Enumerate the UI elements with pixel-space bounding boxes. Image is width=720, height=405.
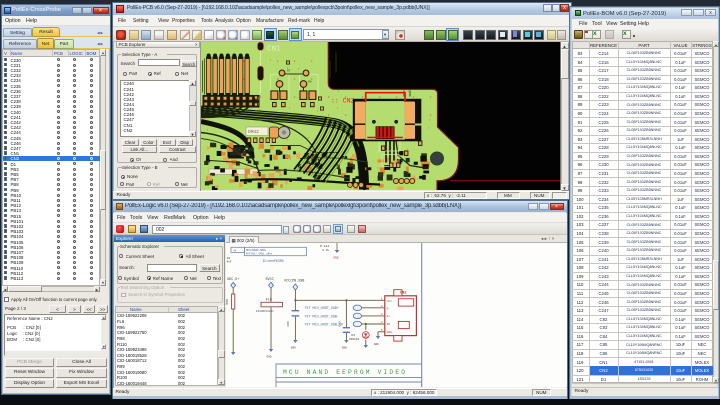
svg-text:DM42: DM42 xyxy=(248,129,259,135)
svg-text:R7: R7 xyxy=(287,69,291,72)
svg-text:R98: R98 xyxy=(226,299,229,305)
svg-text:TST MCU_HOST_USB_ID: TST MCU_HOST_USB_ID xyxy=(304,323,343,327)
svg-text:C96: C96 xyxy=(287,321,290,327)
svg-text:XDC.5+: XDC.5+ xyxy=(227,278,239,282)
svg-text:SVCC: SVCC xyxy=(266,278,274,282)
svg-text:1SS133: 1SS133 xyxy=(349,338,359,341)
svg-text:GND: GND xyxy=(387,331,392,334)
svg-text:R8: R8 xyxy=(308,80,312,83)
svg-text:TST MCU_HOST_USB-: TST MCU_HOST_USB- xyxy=(304,315,339,319)
svg-text:FL6: FL6 xyxy=(266,299,272,303)
svg-text:M/F(N)/.VMyL.uNvr: M/F(N)/.VMyL.uNvr xyxy=(246,251,273,255)
svg-text:TST MCU_HOST_USB+: TST MCU_HOST_USB+ xyxy=(304,307,339,311)
svg-text:D+: D+ xyxy=(387,315,391,318)
svg-text:GND: GND xyxy=(267,356,272,359)
svg-text:GND: GND xyxy=(334,257,339,260)
svg-text:MCU/NAND.SMPL: MCU/NAND.SMPL xyxy=(246,248,267,252)
svg-text:4.7k: 4.7k xyxy=(322,248,329,252)
svg-text:D1: D1 xyxy=(352,334,356,337)
svg-text:MCU NAND EEPROM VIDEO: MCU NAND EEPROM VIDEO xyxy=(283,369,407,376)
svg-text:CN2: CN2 xyxy=(400,291,406,295)
svg-text:P.114: P.114 xyxy=(320,245,329,248)
svg-text:VCC(PB.USB: VCC(PB.USB xyxy=(284,278,304,283)
svg-text:IC=nonP#3S0: IC=nonP#3S0 xyxy=(263,259,284,263)
svg-text:D-: D- xyxy=(387,308,391,311)
svg-text:ID: ID xyxy=(387,323,391,326)
svg-text:GND: GND xyxy=(342,347,347,350)
svg-text::: CN2: :: CN2 xyxy=(331,97,355,104)
svg-text:J9: J9 xyxy=(227,257,231,260)
svg-text:VCC: VCC xyxy=(387,300,392,303)
svg-text:CN1: CN1 xyxy=(267,45,281,53)
svg-text:GND: GND xyxy=(291,347,296,350)
svg-text:~W: ~W xyxy=(233,249,237,252)
svg-text:GND: GND xyxy=(374,343,379,346)
svg-text:4uF: 4uF xyxy=(227,260,232,263)
